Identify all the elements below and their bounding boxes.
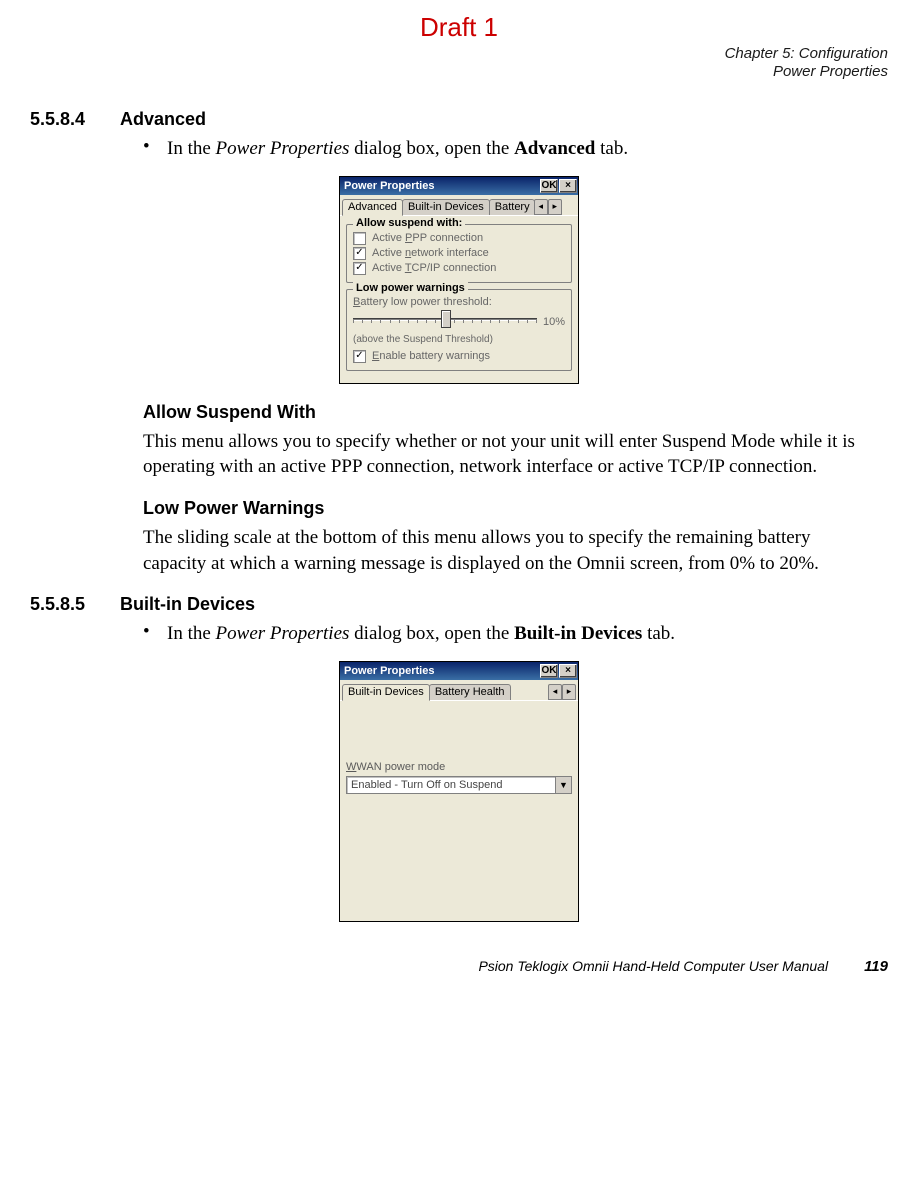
tab-battery-health[interactable]: Battery Health (429, 684, 511, 700)
checkbox-label: Active network interface (372, 247, 489, 259)
bullet-marker: • (143, 621, 167, 643)
ok-button[interactable]: OK (540, 179, 558, 193)
paragraph-low-power-warnings: The sliding scale at the bottom of this … (143, 525, 878, 576)
checkbox-row-tcpip: ✓ Active TCP/IP connection (353, 261, 565, 276)
text-italic: Power Properties (216, 138, 350, 159)
threshold-label: Battery low power threshold: (353, 296, 565, 308)
dialog-body: WWAN power mode Enabled - Turn Off on Su… (340, 701, 578, 921)
chapter-header: Chapter 5: Configuration Power Propertie… (30, 45, 888, 81)
checkbox-row-enable-warnings: ✓ Enable battery warnings (353, 349, 565, 364)
tab-strip: Built-in Devices Battery Health ◂ ▸ (340, 680, 578, 701)
dialog-title: Power Properties (344, 180, 434, 192)
page-number: 119 (864, 958, 888, 975)
tab-strip: Advanced Built-in Devices Battery ◂ ▸ (340, 195, 578, 216)
bullet-builtin: • In the Power Properties dialog box, op… (143, 621, 888, 647)
text: In the (167, 623, 216, 644)
paragraph-allow-suspend: This menu allows you to specify whether … (143, 429, 878, 480)
group-legend: Allow suspend with: (353, 217, 465, 229)
text: dialog box, open the (349, 138, 514, 159)
chapter-line: Chapter 5: Configuration (30, 45, 888, 63)
section-number: 5.5.8.5 (30, 594, 120, 615)
tab-scroll-right[interactable]: ▸ (562, 684, 576, 700)
threshold-value: 10% (543, 316, 565, 328)
checkbox-label: Active TCP/IP connection (372, 262, 496, 274)
text: In the (167, 138, 216, 159)
threshold-slider-row: 10% (353, 312, 565, 332)
checkbox-label: Active PPP connection (372, 232, 483, 244)
combo-value: Enabled - Turn Off on Suspend (347, 777, 555, 793)
footer-title: Psion Teklogix Omnii Hand-Held Computer … (478, 958, 828, 974)
subheading-allow-suspend: Allow Suspend With (143, 402, 888, 423)
tab-built-in-devices[interactable]: Built-in Devices (342, 684, 430, 701)
bullet-text: In the Power Properties dialog box, open… (167, 136, 888, 162)
chapter-sub: Power Properties (30, 63, 888, 81)
wwan-power-mode-select[interactable]: Enabled - Turn Off on Suspend ▼ (346, 776, 572, 794)
tab-built-in-devices[interactable]: Built-in Devices (402, 199, 490, 215)
tab-scroll-left[interactable]: ◂ (534, 199, 548, 215)
checkbox-tcpip[interactable]: ✓ (353, 262, 366, 275)
slider-thumb-icon[interactable] (441, 310, 451, 328)
text-italic: Power Properties (216, 623, 350, 644)
checkbox-label: Enable battery warnings (372, 350, 490, 362)
checkbox-row-ppp: Active PPP connection (353, 231, 565, 246)
wwan-label: WWAN power mode (346, 761, 572, 773)
section-title: Advanced (120, 109, 206, 130)
text: dialog box, open the (349, 623, 514, 644)
bullet-advanced: • In the Power Properties dialog box, op… (143, 136, 888, 162)
text-bold: Built-in Devices (514, 623, 642, 644)
figure-power-properties-advanced: Power Properties OK × Advanced Built-in … (30, 176, 888, 384)
checkbox-row-network: ✓ Active network interface (353, 246, 565, 261)
text-bold: Advanced (514, 138, 595, 159)
dialog-titlebar[interactable]: Power Properties OK × (340, 662, 578, 680)
tab-advanced[interactable]: Advanced (342, 199, 403, 216)
checkbox-network[interactable]: ✓ (353, 247, 366, 260)
section-heading-advanced: 5.5.8.4 Advanced (30, 109, 888, 130)
bullet-marker: • (143, 136, 167, 158)
section-heading-builtin: 5.5.8.5 Built-in Devices (30, 594, 888, 615)
dialog-power-properties-builtin: Power Properties OK × Built-in Devices B… (339, 661, 579, 922)
chevron-down-icon[interactable]: ▼ (555, 777, 571, 793)
draft-watermark: Draft 1 (420, 12, 498, 43)
threshold-slider[interactable] (353, 312, 537, 332)
tab-scroll-right[interactable]: ▸ (548, 199, 562, 215)
group-low-power-warnings: Low power warnings Battery low power thr… (346, 289, 572, 371)
dialog-body: Allow suspend with: Active PPP connectio… (340, 216, 578, 383)
text: tab. (642, 623, 675, 644)
close-button[interactable]: × (559, 179, 577, 193)
section-title: Built-in Devices (120, 594, 255, 615)
group-legend: Low power warnings (353, 282, 468, 294)
dialog-titlebar[interactable]: Power Properties OK × (340, 177, 578, 195)
dialog-power-properties-advanced: Power Properties OK × Advanced Built-in … (339, 176, 579, 384)
page-footer: Psion Teklogix Omnii Hand-Held Computer … (30, 958, 888, 975)
tab-battery[interactable]: Battery (489, 199, 535, 215)
tab-scroll-left[interactable]: ◂ (548, 684, 562, 700)
close-button[interactable]: × (559, 664, 577, 678)
threshold-note: (above the Suspend Threshold) (353, 334, 565, 345)
subheading-low-power-warnings: Low Power Warnings (143, 498, 888, 519)
figure-power-properties-builtin: Power Properties OK × Built-in Devices B… (30, 661, 888, 922)
dialog-title: Power Properties (344, 665, 434, 677)
text: tab. (595, 138, 628, 159)
checkbox-enable-warnings[interactable]: ✓ (353, 350, 366, 363)
ok-button[interactable]: OK (540, 664, 558, 678)
section-number: 5.5.8.4 (30, 109, 120, 130)
group-allow-suspend: Allow suspend with: Active PPP connectio… (346, 224, 572, 283)
bullet-text: In the Power Properties dialog box, open… (167, 621, 888, 647)
checkbox-ppp[interactable] (353, 232, 366, 245)
